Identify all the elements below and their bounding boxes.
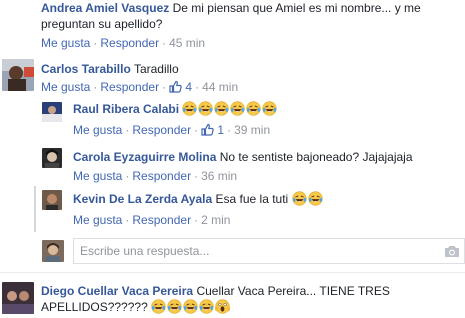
- reply: Kevin De La Zerda Ayala Esa fue la tuti …: [0, 186, 465, 232]
- laugh-cry-emoji: [167, 299, 182, 318]
- like-count[interactable]: 4: [169, 80, 192, 94]
- laugh-cry-emoji: [183, 299, 198, 318]
- comment-text: Cuellar Vaca Pereira... TIENE TRES: [196, 284, 390, 298]
- reply-actions: Me gusta · Responder · 1 · 39 min: [73, 122, 270, 140]
- reply-button[interactable]: Responder: [132, 213, 191, 227]
- reply-input-box: [73, 238, 465, 264]
- comment: Andrea Amiel Vasquez De mi piensan que A…: [0, 0, 465, 55]
- avatar[interactable]: [2, 282, 34, 314]
- camera-icon[interactable]: [444, 244, 460, 261]
- comment-text: Taradillo: [133, 62, 179, 76]
- reply: Carola Eyzaguirre Molina No te sentiste …: [0, 144, 465, 186]
- reply-actions: Me gusta · Responder · 2 min: [73, 213, 231, 227]
- comment-author[interactable]: Andrea Amiel Vasquez: [41, 1, 169, 15]
- avatar[interactable]: [42, 190, 62, 210]
- comment: Carlos Tarabillo Taradillo Me gusta · Resp…: [0, 55, 465, 100]
- laugh-cry-emoji: [246, 101, 262, 120]
- laugh-cry-emoji: [199, 299, 214, 318]
- emoji-row: [151, 299, 231, 314]
- like-button[interactable]: Me gusta: [73, 169, 122, 183]
- reply-time[interactable]: 39 min: [234, 123, 270, 137]
- like-button[interactable]: Me gusta: [41, 80, 90, 94]
- avatar[interactable]: [2, 59, 34, 91]
- comment-author[interactable]: Carlos Tarabillo: [41, 62, 131, 76]
- like-button[interactable]: Me gusta: [41, 36, 90, 50]
- like-button[interactable]: Me gusta: [73, 213, 122, 227]
- comment: Diego Cuellar Vaca Pereira Cuellar Vaca …: [0, 276, 465, 315]
- reply-button[interactable]: Responder: [132, 123, 191, 137]
- comment-author[interactable]: Diego Cuellar Vaca Pereira: [41, 284, 193, 298]
- comment-text: De mi piensan que Amiel es mi nombre... …: [172, 1, 421, 15]
- laugh-cry-emoji: [214, 101, 230, 120]
- reply-text: No te sentiste bajoneado? Jajajajaja: [219, 150, 413, 164]
- avatar[interactable]: [42, 148, 62, 168]
- comment-actions: Me gusta · Responder · 4 · 44 min: [41, 79, 238, 97]
- reply-button[interactable]: Responder: [132, 169, 191, 183]
- reply-actions: Me gusta · Responder · 36 min: [73, 169, 238, 183]
- emoji-row: [182, 101, 278, 116]
- thumbs-up-icon: [169, 80, 182, 97]
- laugh-cry-emoji: [151, 299, 166, 318]
- emoji-row: [291, 191, 324, 206]
- like-button[interactable]: Me gusta: [73, 123, 122, 137]
- reply-button[interactable]: Responder: [100, 80, 159, 94]
- reply-time[interactable]: 2 min: [201, 213, 230, 227]
- reply: Raul Ribera Calabi Me gusta · Responder · 1…: [0, 100, 465, 144]
- reply-button[interactable]: Responder: [100, 36, 159, 50]
- laugh-cry-emoji: [198, 101, 214, 120]
- reply-author[interactable]: Carola Eyzaguirre Molina: [73, 150, 216, 164]
- comment-actions: Me gusta · Responder · 45 min: [41, 36, 206, 50]
- current-user-avatar: [42, 240, 64, 262]
- laugh-cry-emoji: [230, 101, 246, 120]
- reply-input[interactable]: [74, 239, 446, 263]
- like-count[interactable]: 1: [201, 123, 224, 137]
- comment-text-continued: preguntan su apellido?: [41, 17, 163, 31]
- laugh-cry-emoji: [182, 101, 198, 120]
- laugh-cry-emoji: [291, 191, 307, 210]
- divider: [0, 272, 465, 273]
- avatar[interactable]: [42, 102, 62, 122]
- laugh-cry-emoji: [262, 101, 278, 120]
- comment-time[interactable]: 45 min: [169, 36, 205, 50]
- reply-text: Esa fue la tuti: [215, 192, 289, 206]
- reply-author[interactable]: Kevin De La Zerda Ayala: [73, 192, 212, 206]
- screaming-emoji: [215, 299, 231, 318]
- comment-time[interactable]: 44 min: [202, 80, 238, 94]
- thumbs-up-icon: [201, 123, 214, 140]
- comment-text-continued: APELLIDOS??????: [41, 300, 148, 314]
- laugh-cry-emoji: [307, 191, 323, 210]
- reply-time[interactable]: 36 min: [201, 169, 237, 183]
- reply-author[interactable]: Raul Ribera Calabi: [73, 102, 179, 116]
